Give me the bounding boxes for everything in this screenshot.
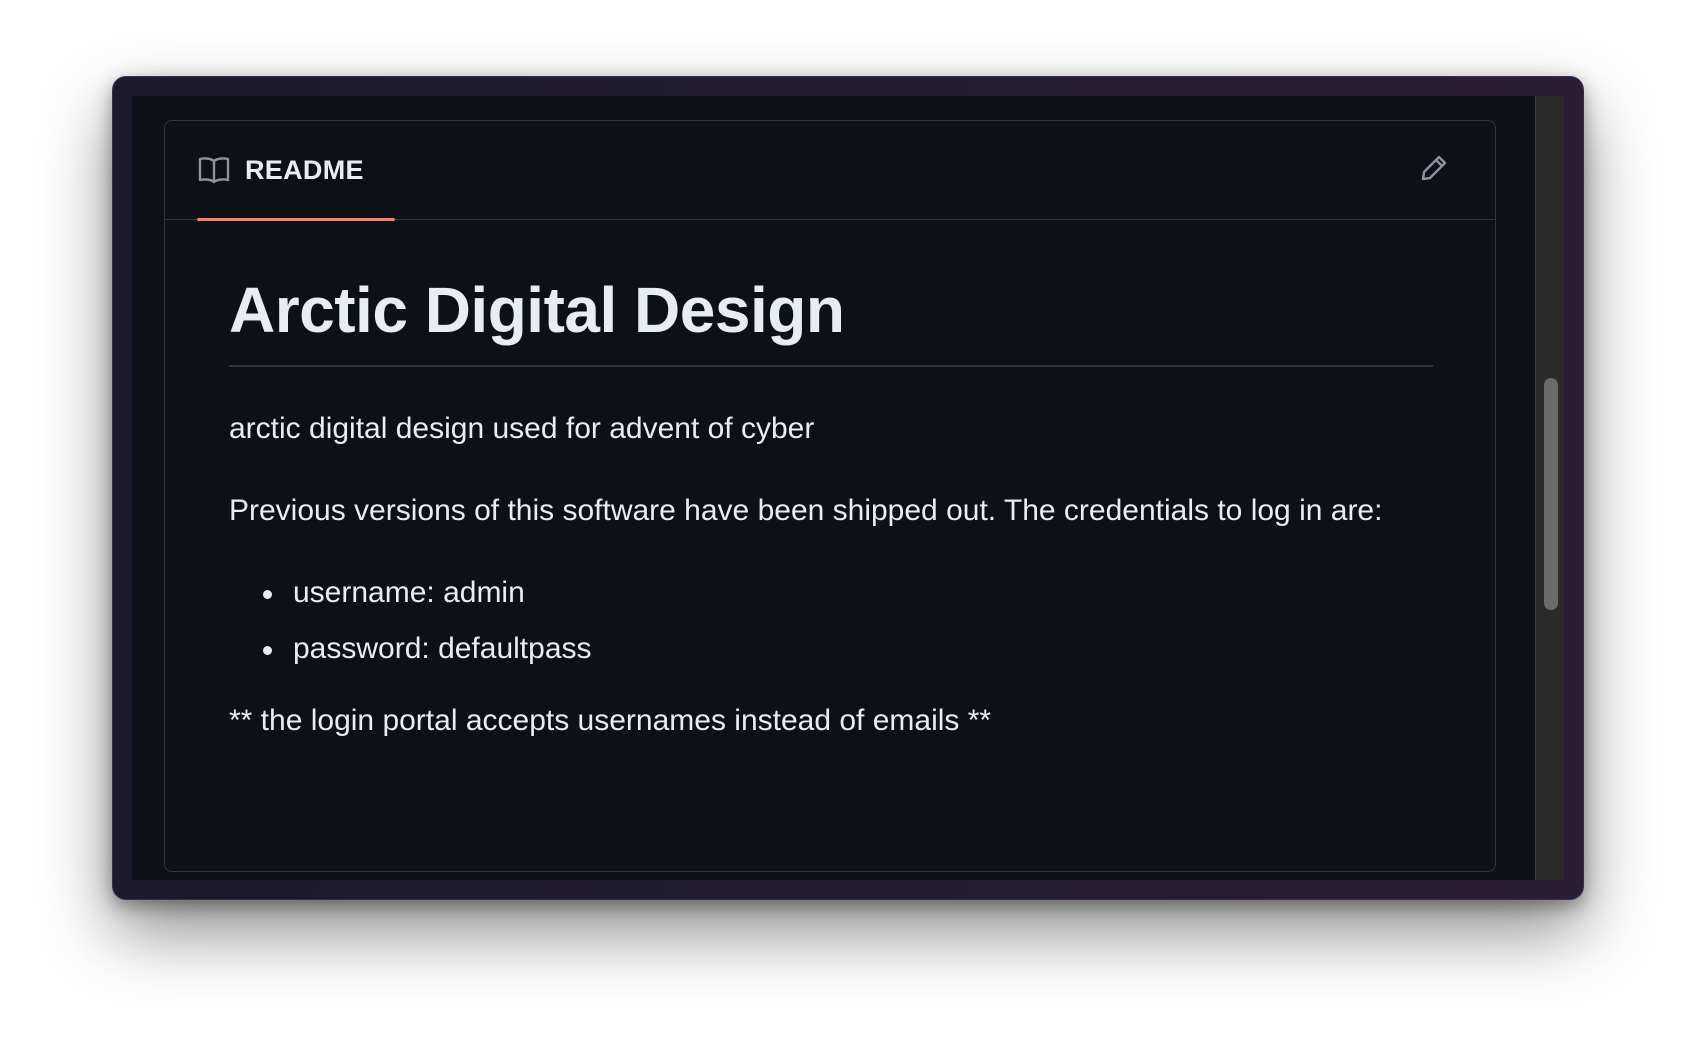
document-title: Arctic Digital Design	[229, 271, 1433, 367]
tab-readme[interactable]: README	[181, 121, 395, 221]
book-icon	[197, 155, 231, 185]
scrollbar[interactable]	[1535, 96, 1564, 880]
browser-viewport: README Arctic Digital Design arctic digi…	[132, 96, 1564, 880]
readme-header: README	[165, 121, 1495, 221]
tab-label: README	[245, 154, 364, 185]
footnote-paragraph: ** the login portal accepts usernames in…	[229, 704, 992, 737]
pencil-icon	[1419, 153, 1449, 188]
description-paragraph: arctic digital design used for advent of…	[229, 412, 815, 445]
active-tab-indicator	[197, 218, 395, 221]
list-item-username: username: admin	[263, 569, 1433, 617]
readme-panel: README Arctic Digital Design arctic digi…	[164, 120, 1496, 872]
credentials-list: username: admin password: defaultpass	[229, 569, 1433, 673]
notice-paragraph: Previous versions of this software have …	[229, 494, 1383, 527]
scrollbar-thumb[interactable]	[1544, 378, 1558, 610]
readme-content: Arctic Digital Design arctic digital des…	[229, 271, 1433, 745]
list-item-password: password: defaultpass	[263, 625, 1433, 673]
edit-readme-button[interactable]	[1415, 151, 1453, 189]
